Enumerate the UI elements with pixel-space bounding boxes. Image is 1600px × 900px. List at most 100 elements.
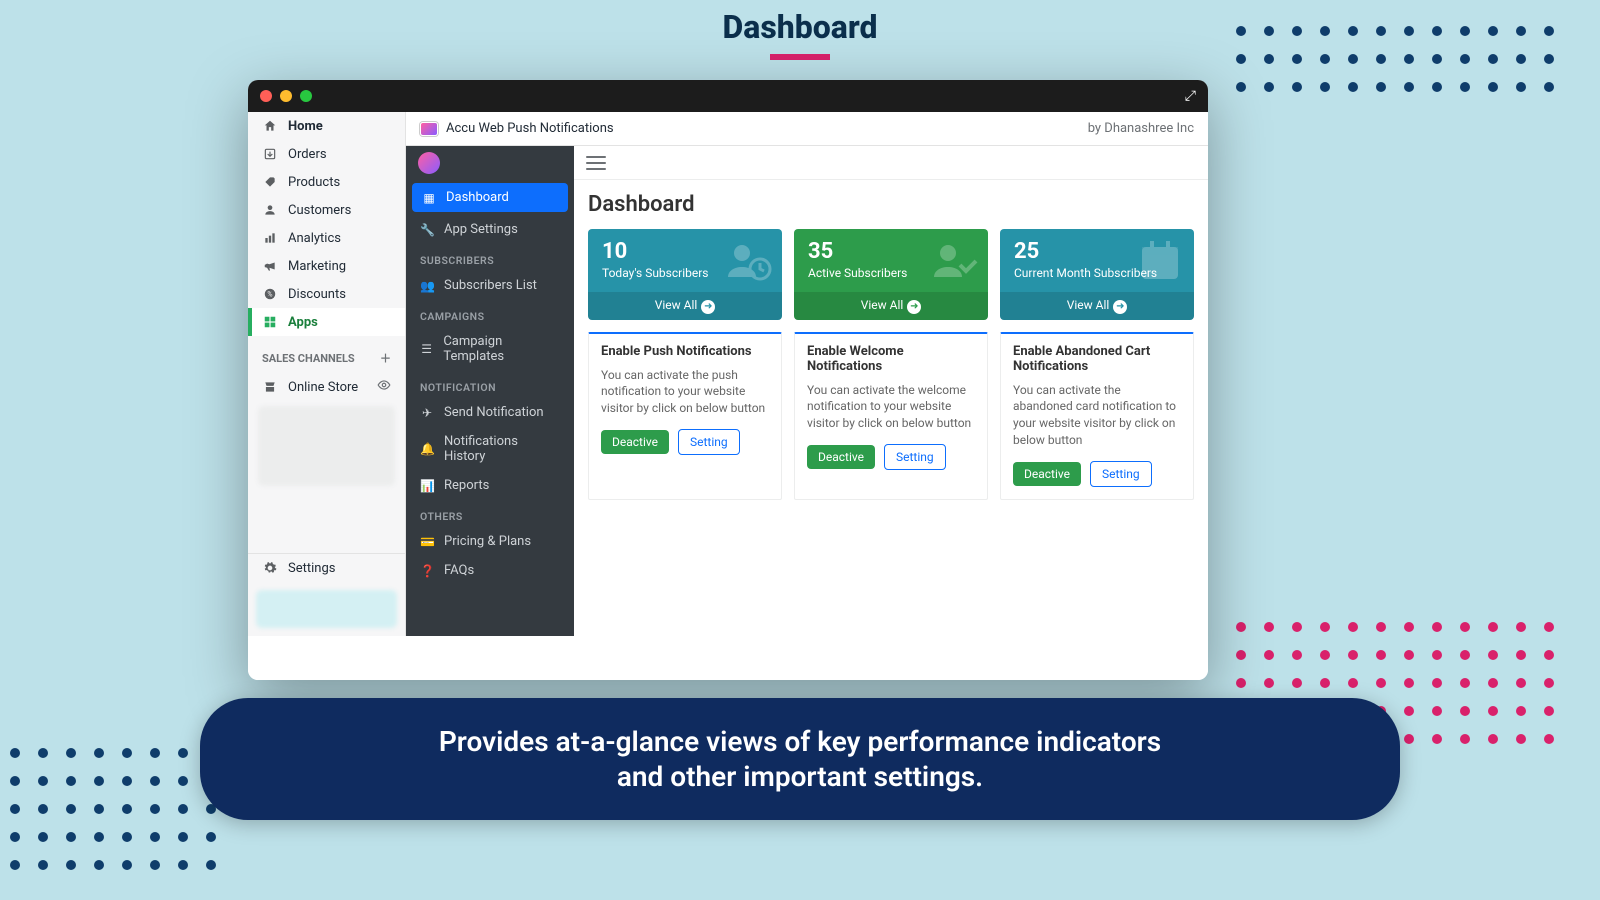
users-icon: 👥 xyxy=(420,279,434,293)
deactive-button[interactable]: Deactive xyxy=(1013,462,1081,486)
gear-icon xyxy=(262,560,278,576)
megaphone-icon xyxy=(262,258,278,274)
sidebar-item-orders[interactable]: Orders xyxy=(248,140,405,168)
hero-caption: Provides at-a-glance views of key perfor… xyxy=(200,698,1400,820)
view-all-link[interactable]: View All➜ xyxy=(588,292,782,320)
sidebar-item-products[interactable]: Products xyxy=(248,168,405,196)
stat-active-subscribers: 35 Active Subscribers View All➜ xyxy=(794,229,988,320)
nav-label: Subscribers List xyxy=(444,278,537,293)
view-all-link[interactable]: View All➜ xyxy=(1000,292,1194,320)
discount-icon: % xyxy=(262,286,278,302)
nav-send-notification[interactable]: ✈ Send Notification xyxy=(406,398,574,427)
sidebar-item-label: Settings xyxy=(288,561,335,576)
arrow-right-icon: ➜ xyxy=(701,300,715,314)
blurred-sidebar-region xyxy=(258,406,395,486)
send-icon: ✈ xyxy=(420,406,434,420)
user-icon xyxy=(262,202,278,218)
user-check-icon xyxy=(930,237,978,296)
shopify-sidebar: Home Orders Products xyxy=(248,112,406,636)
card-body: You can activate the push notification t… xyxy=(601,367,769,417)
apps-icon xyxy=(262,314,278,330)
sales-channels-label: SALES CHANNELS xyxy=(262,352,355,365)
setting-button[interactable]: Setting xyxy=(678,429,740,455)
sidebar-item-marketing[interactable]: Marketing xyxy=(248,252,405,280)
plus-icon[interactable]: ＋ xyxy=(380,350,391,366)
grid-icon: ▦ xyxy=(422,191,436,205)
nav-dashboard[interactable]: ▦ Dashboard xyxy=(412,183,568,212)
card-title: Enable Welcome Notifications xyxy=(807,344,975,374)
home-icon xyxy=(262,118,278,134)
card-title: Enable Abandoned Cart Notifications xyxy=(1013,344,1181,374)
arrow-right-icon: ➜ xyxy=(1113,300,1127,314)
sidebar-item-analytics[interactable]: Analytics xyxy=(248,224,405,252)
sidebar-item-home[interactable]: Home xyxy=(248,112,405,140)
sidebar-item-label: Marketing xyxy=(288,259,346,274)
vendor-link[interactable]: Dhanashree Inc xyxy=(1104,121,1194,136)
calendar-icon xyxy=(1136,237,1184,296)
analytics-icon xyxy=(262,230,278,246)
card-push-notifications: Enable Push Notifications You can activa… xyxy=(588,332,782,500)
nav-label: Reports xyxy=(444,478,489,493)
window-minimize-icon[interactable] xyxy=(280,90,292,102)
app-vendor: by Dhanashree Inc xyxy=(1088,121,1194,136)
nav-label: Pricing & Plans xyxy=(444,534,531,549)
stat-month-subscribers: 25 Current Month Subscribers View All➜ xyxy=(1000,229,1194,320)
sidebar-item-customers[interactable]: Customers xyxy=(248,196,405,224)
sidebar-item-label: Customers xyxy=(288,203,351,218)
wrench-icon: 🔧 xyxy=(420,223,434,237)
card-welcome-notifications: Enable Welcome Notifications You can act… xyxy=(794,332,988,500)
sidebar-item-discounts[interactable]: % Discounts xyxy=(248,280,405,308)
card-body: You can activate the welcome notificatio… xyxy=(807,382,975,432)
sidebar-item-label: Online Store xyxy=(288,380,358,395)
nav-heading-campaigns: CAMPAIGNS xyxy=(406,300,574,327)
hero-title: Dashboard xyxy=(0,8,1600,60)
app-window: ⤢ Home Orders xyxy=(248,80,1208,680)
view-all-text: View All xyxy=(861,298,904,312)
caption-line: Provides at-a-glance views of key perfor… xyxy=(439,725,1161,758)
user-clock-icon xyxy=(724,237,772,296)
deactive-button[interactable]: Deactive xyxy=(601,430,669,454)
chart-icon: 📊 xyxy=(420,479,434,493)
avatar-icon xyxy=(418,152,440,174)
nav-reports[interactable]: 📊 Reports xyxy=(406,471,574,500)
nav-pricing-plans[interactable]: 💳 Pricing & Plans xyxy=(406,527,574,556)
sidebar-item-label: Analytics xyxy=(288,231,341,246)
page-title: Dashboard xyxy=(588,192,1194,217)
decorative-dots-bottom-left xyxy=(10,748,216,870)
app-sidebar: ▦ Dashboard 🔧 App Settings SUBSCRIBERS 👥… xyxy=(406,146,574,636)
card-icon: 💳 xyxy=(420,535,434,549)
card-title: Enable Push Notifications xyxy=(601,344,769,359)
hamburger-icon[interactable] xyxy=(586,156,606,170)
nav-faqs[interactable]: ❓ FAQs xyxy=(406,556,574,585)
help-icon: ❓ xyxy=(420,564,434,578)
nav-label: App Settings xyxy=(444,222,518,237)
nav-label: Dashboard xyxy=(446,190,509,205)
sidebar-item-apps[interactable]: Apps xyxy=(248,308,405,336)
store-icon xyxy=(262,379,278,395)
sidebar-item-settings[interactable]: Settings xyxy=(248,554,405,582)
nav-heading-others: OTHERS xyxy=(406,500,574,527)
nav-notifications-history[interactable]: 🔔 Notifications History xyxy=(406,427,574,471)
content-area: Dashboard 10 Today's Subscribers xyxy=(574,146,1208,636)
window-zoom-icon[interactable] xyxy=(300,90,312,102)
nav-campaign-templates[interactable]: ☰ Campaign Templates xyxy=(406,327,574,371)
nav-app-settings[interactable]: 🔧 App Settings xyxy=(406,215,574,244)
by-prefix: by xyxy=(1088,121,1105,136)
nav-heading-subscribers: SUBSCRIBERS xyxy=(406,244,574,271)
caption-line: and other important settings. xyxy=(617,760,983,793)
blurred-account-card xyxy=(256,590,397,628)
window-close-icon[interactable] xyxy=(260,90,272,102)
bell-icon: 🔔 xyxy=(420,442,434,456)
expand-icon[interactable]: ⤢ xyxy=(1185,88,1196,104)
setting-button[interactable]: Setting xyxy=(1090,461,1152,487)
deactive-button[interactable]: Deactive xyxy=(807,445,875,469)
setting-button[interactable]: Setting xyxy=(884,444,946,470)
view-all-link[interactable]: View All➜ xyxy=(794,292,988,320)
window-bottom-space xyxy=(248,636,1208,680)
card-abandoned-cart-notifications: Enable Abandoned Cart Notifications You … xyxy=(1000,332,1194,500)
card-body: You can activate the abandoned card noti… xyxy=(1013,382,1181,449)
eye-icon[interactable] xyxy=(377,378,391,396)
sidebar-item-online-store[interactable]: Online Store xyxy=(248,372,405,402)
nav-subscribers-list[interactable]: 👥 Subscribers List xyxy=(406,271,574,300)
content-topbar xyxy=(574,146,1208,180)
